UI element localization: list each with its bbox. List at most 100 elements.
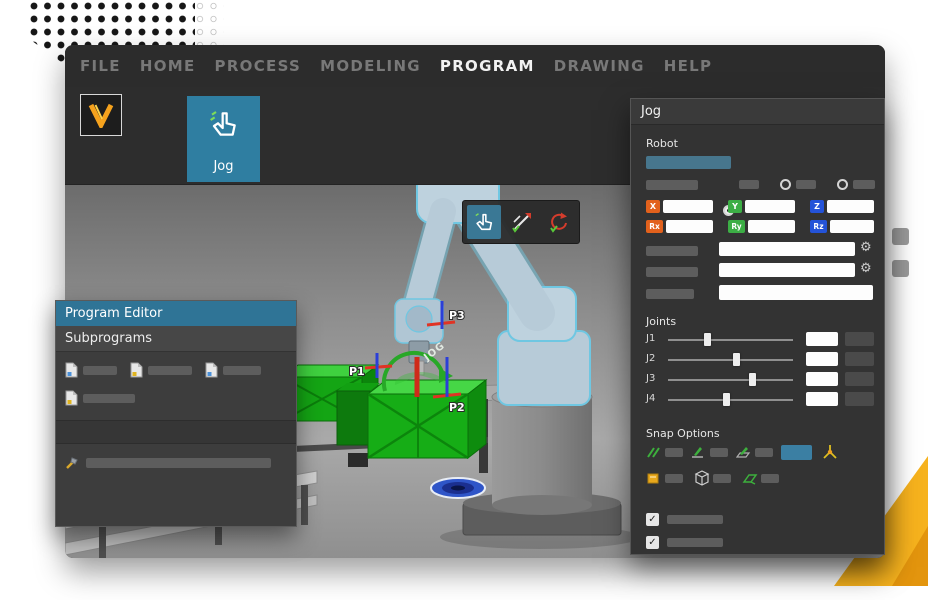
menu-item-file[interactable]: FILE: [80, 57, 121, 75]
config-field-wide[interactable]: [719, 285, 873, 300]
menu-item-home[interactable]: HOME: [140, 57, 196, 75]
floating-accent-square: [892, 228, 909, 245]
redacted-label-bar: [83, 393, 135, 403]
option-checkbox-2[interactable]: ✓: [646, 536, 659, 549]
snap-mode-selected-chip[interactable]: [781, 445, 812, 460]
config-field-1[interactable]: [719, 242, 855, 256]
joint-j1-slider-handle[interactable]: [704, 333, 711, 346]
program-editor-panel: Program Editor Subprograms: [55, 300, 297, 527]
program-file-icon: [65, 362, 78, 378]
program-file-icon: [65, 390, 78, 406]
page-canvas: FILE HOME PROCESS MODELING PROGRAM DRAWI…: [0, 0, 950, 600]
joint-j3-slider[interactable]: [668, 373, 793, 386]
option-checkbox-1[interactable]: ✓: [646, 513, 659, 526]
snap-part-icon[interactable]: [646, 471, 662, 485]
viewport-manipulation-toolbar: [462, 200, 580, 244]
joint-j1-slider[interactable]: [668, 333, 793, 346]
bounding-box-icon[interactable]: [694, 470, 710, 486]
program-editor-header[interactable]: Program Editor: [56, 301, 296, 326]
program-file-item[interactable]: [65, 390, 135, 406]
green-bin-front[interactable]: [366, 378, 488, 460]
marker-p2-label: P2: [449, 401, 465, 414]
snap-plane-icon[interactable]: [742, 471, 758, 485]
redacted-label-bar: [83, 365, 117, 375]
x-position-field[interactable]: [663, 200, 713, 213]
menu-item-help[interactable]: HELP: [664, 57, 713, 75]
snap-face-icon[interactable]: [736, 445, 752, 459]
jog-panel-header[interactable]: Jog: [631, 99, 884, 125]
axis-y-badge: Y: [728, 200, 742, 213]
redacted-label-bar: [646, 289, 694, 299]
jog-linear-button[interactable]: [504, 205, 538, 239]
joint-j4-value-field[interactable]: [806, 392, 838, 406]
menu-item-drawing[interactable]: DRAWING: [554, 57, 645, 75]
joint-j2-slider[interactable]: [668, 353, 793, 366]
joint-j4-slider-handle[interactable]: [722, 393, 730, 406]
rx-rotation-field[interactable]: [666, 220, 713, 233]
program-file-item[interactable]: [130, 362, 192, 378]
program-file-item[interactable]: [205, 362, 261, 378]
jog-hand-icon: [209, 111, 236, 136]
jog-panel: Jog Robot X Y Z Rx Ry Rz ⚙ ⚙ Joints J1 J…: [630, 98, 885, 555]
subprograms-label: Subprograms: [65, 331, 153, 346]
gear-icon[interactable]: ⚙: [860, 262, 872, 275]
tool-icon: [66, 457, 78, 469]
ry-rotation-field[interactable]: [748, 220, 795, 233]
redacted-label-bar: [223, 365, 261, 375]
joint-j2-value-field[interactable]: [806, 352, 838, 366]
redacted-label-bar: [667, 538, 723, 547]
rz-rotation-field[interactable]: [830, 220, 874, 233]
program-file-row: [65, 362, 287, 378]
menu-item-modeling[interactable]: MODELING: [320, 57, 421, 75]
jog-mode-radio-2[interactable]: [780, 179, 791, 190]
jog-select-button[interactable]: [467, 205, 501, 239]
hand-pointer-icon: [475, 213, 493, 231]
snap-options-label: Snap Options: [646, 427, 720, 440]
snap-edge-icon[interactable]: [691, 445, 707, 459]
jog-ribbon-button-label: Jog: [213, 159, 234, 174]
program-file-icon: [205, 362, 218, 378]
y-position-field[interactable]: [745, 200, 795, 213]
axis-rx-badge: Rx: [646, 220, 663, 233]
program-editor-separator: [56, 420, 296, 444]
marker-p1-label: P1: [349, 365, 365, 378]
program-editor-status-row[interactable]: [65, 456, 287, 470]
redacted-label-bar: [86, 458, 271, 468]
joint-j4-unit-box: [845, 392, 874, 406]
jog-ribbon-button[interactable]: Jog: [187, 96, 260, 182]
program-file-row: [65, 390, 287, 406]
snap-freehand-icon[interactable]: [646, 445, 662, 459]
program-file-icon: [130, 362, 143, 378]
joint-j3-value-field[interactable]: [806, 372, 838, 386]
redacted-label-bar: [713, 474, 731, 483]
axis-rz-badge: Rz: [810, 220, 827, 233]
linear-jog-icon: [512, 213, 531, 233]
axis-x-badge: X: [646, 200, 660, 213]
redacted-label-bar: [646, 180, 698, 190]
joint-j3-unit-box: [845, 372, 874, 386]
subprograms-section[interactable]: Subprograms: [56, 326, 296, 352]
jog-rotate-button[interactable]: [541, 205, 575, 239]
joint-j1-value-field[interactable]: [806, 332, 838, 346]
menu-item-program[interactable]: PROGRAM: [440, 57, 535, 75]
origin-frame-icon[interactable]: [821, 443, 839, 461]
config-field-2[interactable]: [719, 263, 855, 277]
jog-mode-radio-3[interactable]: [837, 179, 848, 190]
redacted-label-bar: [646, 246, 698, 256]
app-logo: [80, 94, 122, 136]
program-file-item[interactable]: [65, 362, 117, 378]
blue-target[interactable]: [430, 477, 486, 499]
gear-icon[interactable]: ⚙: [860, 241, 872, 254]
redacted-label-bar: [710, 448, 728, 457]
robot-selector[interactable]: [646, 156, 731, 169]
menu-item-process[interactable]: PROCESS: [215, 57, 302, 75]
joint-j3-slider-handle[interactable]: [749, 373, 756, 386]
joint-j4-slider[interactable]: [668, 393, 793, 406]
redacted-label-bar: [761, 474, 779, 483]
joint-j1-unit-box: [845, 332, 874, 346]
check-icon: ✓: [648, 537, 657, 548]
joint-j2-slider-handle[interactable]: [732, 353, 740, 366]
robot-label: Robot: [646, 137, 678, 150]
redacted-label-bar: [148, 365, 192, 375]
z-position-field[interactable]: [827, 200, 874, 213]
